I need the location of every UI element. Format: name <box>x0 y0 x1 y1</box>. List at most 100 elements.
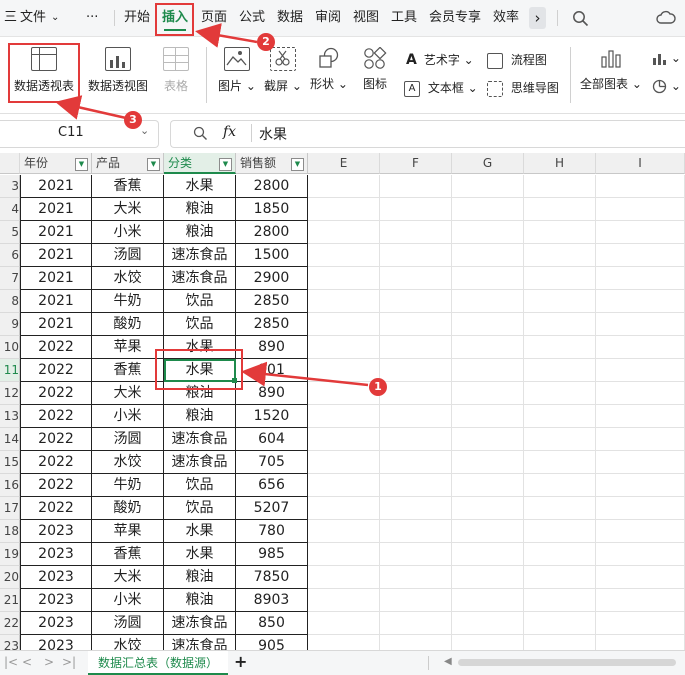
cell-category[interactable]: 速冻食品 <box>164 635 236 650</box>
pie-chart-dropdown[interactable]: ⌄ <box>652 79 681 94</box>
prev-sheet-icon[interactable]: < <box>22 655 32 669</box>
cell-product[interactable]: 汤圆 <box>92 612 164 635</box>
pivot-chart-button[interactable]: 数据透视图 <box>86 47 150 94</box>
empty-cell[interactable] <box>596 313 685 336</box>
cell-sales[interactable]: 8903 <box>236 589 308 612</box>
empty-cell[interactable] <box>596 520 685 543</box>
add-sheet-button[interactable]: + <box>234 652 247 671</box>
flowchart-button[interactable]: 流程图 <box>487 51 547 69</box>
empty-cell[interactable] <box>452 198 524 221</box>
empty-cell[interactable] <box>308 635 380 650</box>
column-header-year[interactable]: 年份 ▼ <box>20 153 92 174</box>
tab-view[interactable]: 视图 <box>353 0 379 36</box>
cell-category[interactable]: 水果 <box>164 175 236 198</box>
scroll-left-icon[interactable]: ◀ <box>444 656 452 667</box>
cell-category[interactable]: 饮品 <box>164 474 236 497</box>
empty-cell[interactable] <box>452 451 524 474</box>
search-icon[interactable] <box>572 10 589 27</box>
cell-product[interactable]: 酸奶 <box>92 313 164 336</box>
cell-sales[interactable]: 1520 <box>236 405 308 428</box>
empty-cell[interactable] <box>308 428 380 451</box>
empty-cell[interactable] <box>308 543 380 566</box>
row-header[interactable]: 14 <box>0 428 20 451</box>
empty-cell[interactable] <box>452 267 524 290</box>
empty-cell[interactable] <box>308 244 380 267</box>
filter-icon[interactable]: ▼ <box>219 158 232 171</box>
cell-product[interactable]: 水饺 <box>92 267 164 290</box>
empty-cell[interactable] <box>380 543 452 566</box>
cell-year[interactable]: 2022 <box>20 474 92 497</box>
row-header[interactable]: 18 <box>0 520 20 543</box>
row-header[interactable]: 6 <box>0 244 20 267</box>
row-header[interactable]: 22 <box>0 612 20 635</box>
row-header[interactable]: 20 <box>0 566 20 589</box>
cell-product[interactable]: 香蕉 <box>92 359 164 382</box>
zoom-icon[interactable] <box>193 126 208 141</box>
empty-cell[interactable] <box>596 612 685 635</box>
empty-cell[interactable] <box>308 336 380 359</box>
cell-year[interactable]: 2022 <box>20 428 92 451</box>
empty-cell[interactable] <box>524 451 596 474</box>
cell-year[interactable]: 2021 <box>20 267 92 290</box>
cell-category[interactable]: 饮品 <box>164 497 236 520</box>
next-sheet-icon[interactable]: > <box>44 655 54 669</box>
column-header-f[interactable]: F <box>380 153 452 174</box>
empty-cell[interactable] <box>308 566 380 589</box>
empty-cell[interactable] <box>524 405 596 428</box>
empty-cell[interactable] <box>596 474 685 497</box>
row-header[interactable]: 19 <box>0 543 20 566</box>
tab-home[interactable]: 开始 <box>124 0 150 36</box>
row-header[interactable]: 3 <box>0 175 20 198</box>
column-header-e[interactable]: E <box>308 153 380 174</box>
empty-cell[interactable] <box>596 267 685 290</box>
horizontal-scrollbar[interactable] <box>458 659 676 666</box>
empty-cell[interactable] <box>596 543 685 566</box>
empty-cell[interactable] <box>380 198 452 221</box>
cell-product[interactable]: 大米 <box>92 566 164 589</box>
empty-cell[interactable] <box>524 336 596 359</box>
cell-product[interactable]: 大米 <box>92 382 164 405</box>
empty-cell[interactable] <box>308 474 380 497</box>
empty-cell[interactable] <box>452 589 524 612</box>
empty-cell[interactable] <box>308 290 380 313</box>
empty-cell[interactable] <box>380 313 452 336</box>
cell-category[interactable]: 水果 <box>164 543 236 566</box>
empty-cell[interactable] <box>452 497 524 520</box>
empty-cell[interactable] <box>452 359 524 382</box>
empty-cell[interactable] <box>596 175 685 198</box>
cell-category[interactable]: 粮油 <box>164 566 236 589</box>
cell-sales[interactable]: 656 <box>236 474 308 497</box>
cell-product[interactable]: 汤圆 <box>92 244 164 267</box>
cell-sales[interactable]: 890 <box>236 336 308 359</box>
cell-sales[interactable]: 905 <box>236 635 308 650</box>
empty-cell[interactable] <box>380 336 452 359</box>
last-sheet-icon[interactable]: >| <box>62 655 76 669</box>
empty-cell[interactable] <box>308 313 380 336</box>
empty-cell[interactable] <box>308 497 380 520</box>
cell-product[interactable]: 水饺 <box>92 635 164 650</box>
cell-year[interactable]: 2023 <box>20 589 92 612</box>
row-header[interactable]: 21 <box>0 589 20 612</box>
first-sheet-icon[interactable]: |< <box>4 655 18 669</box>
empty-cell[interactable] <box>380 382 452 405</box>
cell-year[interactable]: 2021 <box>20 290 92 313</box>
cell-year[interactable]: 2021 <box>20 244 92 267</box>
empty-cell[interactable] <box>596 451 685 474</box>
empty-cell[interactable] <box>524 589 596 612</box>
empty-cell[interactable] <box>524 198 596 221</box>
empty-cell[interactable] <box>596 290 685 313</box>
empty-cell[interactable] <box>452 290 524 313</box>
cell-year[interactable]: 2023 <box>20 612 92 635</box>
cell-year[interactable]: 2021 <box>20 175 92 198</box>
empty-cell[interactable] <box>380 520 452 543</box>
cell-year[interactable]: 2023 <box>20 543 92 566</box>
next-tab-arrow-icon[interactable]: › <box>529 7 546 29</box>
empty-cell[interactable] <box>308 359 380 382</box>
tab-efficiency[interactable]: 效率 <box>493 0 519 36</box>
empty-cell[interactable] <box>524 267 596 290</box>
empty-cell[interactable] <box>524 635 596 650</box>
select-all-corner[interactable] <box>0 153 20 174</box>
empty-cell[interactable] <box>452 313 524 336</box>
cell-product[interactable]: 酸奶 <box>92 497 164 520</box>
empty-cell[interactable] <box>380 566 452 589</box>
